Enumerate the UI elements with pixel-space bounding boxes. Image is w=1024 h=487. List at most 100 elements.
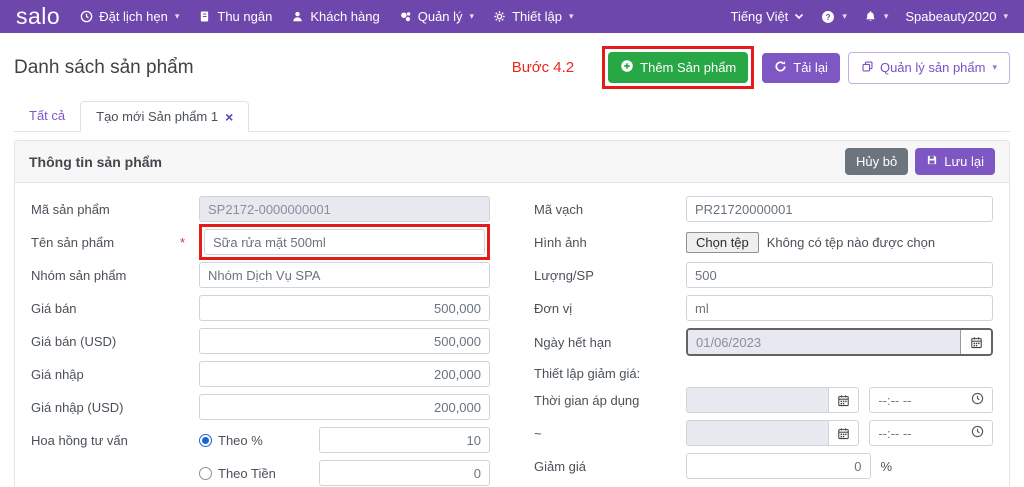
menu-item-cashier[interactable]: Thu ngân: [198, 9, 272, 24]
menu-item-management[interactable]: Quản lý ▾: [399, 9, 474, 24]
annotation-red-box: [199, 224, 490, 260]
discount-end-time-input[interactable]: --:-- --: [869, 420, 993, 446]
product-name-input[interactable]: [204, 229, 485, 255]
user-icon: [291, 10, 304, 23]
cancel-button[interactable]: Hủy bỏ: [845, 148, 908, 175]
question-circle-icon: ?: [821, 10, 835, 24]
annotation-red-box: Thêm Sản phẩm: [602, 46, 754, 89]
menu-item-settings[interactable]: Thiết lập ▾: [493, 9, 573, 24]
product-info-card: Thông tin sản phẩm Hủy bỏ Lưu lại Mã sản…: [14, 140, 1010, 487]
field-product-name: Tên sản phẩm *: [31, 229, 490, 255]
purchase-price-usd-input[interactable]: [199, 394, 490, 420]
commission-percent-input[interactable]: [319, 427, 490, 453]
product-group-input[interactable]: [199, 262, 490, 288]
field-quantity: Lượng/SP: [534, 262, 993, 288]
field-expiry-date: Ngày hết hạn: [534, 328, 993, 356]
management-icon: [399, 10, 412, 23]
main-menu: Đặt lịch hẹn ▾ Thu ngân Khách hàng Quản …: [80, 9, 573, 24]
discount-start-date-input: [686, 387, 828, 413]
field-commission-percent: Hoa hồng tư vấn Theo %: [31, 427, 490, 453]
discount-end-date-group: [686, 420, 859, 446]
product-form: Mã sản phẩm Tên sản phẩm * Nhóm sản phẩm: [15, 183, 1009, 487]
field-discount-value: Giảm giá %: [534, 453, 993, 479]
language-selector[interactable]: Tiếng Việt: [730, 9, 804, 24]
product-code-input: [199, 196, 490, 222]
barcode-input[interactable]: [686, 196, 993, 222]
calendar-icon: [970, 336, 983, 349]
tab-create-product[interactable]: Tạo mới Sản phẩm 1 ×: [80, 101, 249, 132]
commission-money-input[interactable]: [319, 460, 490, 486]
discount-unit-label: %: [871, 459, 994, 474]
discount-start-date-group: [686, 387, 859, 413]
file-status-text: Không có tệp nào được chọn: [767, 235, 935, 250]
field-unit: Đơn vị: [534, 295, 993, 321]
expiry-date-input: [688, 330, 960, 354]
top-navbar: salo Đặt lịch hẹn ▾ Thu ngân Khách hàng …: [0, 0, 1024, 33]
required-asterisk: *: [180, 235, 185, 250]
field-product-group: Nhóm sản phẩm: [31, 262, 490, 288]
notifications-menu[interactable]: ▾: [864, 10, 889, 23]
field-commission-money: Theo Tiền: [31, 460, 490, 486]
caret-down-icon: ▾: [175, 11, 180, 22]
caret-down-icon: ▾: [1003, 11, 1008, 22]
unit-input[interactable]: [686, 295, 993, 321]
field-discount-start: Thời gian áp dụng --:-- --: [534, 387, 993, 413]
quantity-input[interactable]: [686, 262, 993, 288]
field-sale-price: Giá bán: [31, 295, 490, 321]
discount-start-time-input[interactable]: --:-- --: [869, 387, 993, 413]
card-header: Thông tin sản phẩm Hủy bỏ Lưu lại: [15, 141, 1009, 183]
choose-file-button[interactable]: Chọn tệp: [686, 232, 759, 253]
commission-money-option[interactable]: Theo Tiền: [199, 466, 319, 481]
manage-products-button[interactable]: Quản lý sản phẩm ▾: [848, 52, 1010, 84]
discount-end-date-input: [686, 420, 828, 446]
plus-circle-icon: [620, 59, 634, 76]
purchase-price-input[interactable]: [199, 361, 490, 387]
field-purchase-price: Giá nhập: [31, 361, 490, 387]
header-actions: Bước 4.2 Thêm Sản phẩm Tải lại Quản lý s…: [512, 46, 1010, 89]
menu-item-customers[interactable]: Khách hàng: [291, 9, 379, 24]
clock-icon: [80, 10, 93, 23]
calendar-icon: [837, 427, 850, 440]
page-title: Danh sách sản phẩm: [14, 57, 194, 79]
caret-down-icon: ▾: [470, 11, 475, 22]
calendar-button[interactable]: [960, 330, 991, 354]
form-right-column: Mã vạch Hình ảnh Chọn tệp Không có tệp n…: [534, 196, 993, 487]
calendar-button[interactable]: [828, 387, 859, 413]
expiry-date-group: [686, 328, 993, 356]
bell-icon: [864, 10, 877, 23]
discount-value-input[interactable]: [686, 453, 871, 479]
form-left-column: Mã sản phẩm Tên sản phẩm * Nhóm sản phẩm: [31, 196, 490, 487]
commission-percent-option[interactable]: Theo %: [199, 433, 319, 448]
field-barcode: Mã vạch: [534, 196, 993, 222]
navbar-right: Tiếng Việt ? ▾ ▾ Spabeauty2020 ▾: [730, 9, 1008, 24]
radio-checked-icon[interactable]: [199, 434, 212, 447]
card-title: Thông tin sản phẩm: [29, 154, 162, 170]
clone-icon: [861, 60, 874, 76]
cash-register-icon: [198, 10, 211, 23]
caret-down-icon: ▾: [992, 62, 997, 73]
tab-bar: Tất cả Tạo mới Sản phẩm 1 ×: [14, 101, 1010, 132]
close-icon[interactable]: ×: [225, 110, 233, 124]
field-discount-end: ~ --:-- --: [534, 420, 993, 446]
step-annotation: Bước 4.2: [512, 59, 574, 76]
help-menu[interactable]: ? ▾: [821, 10, 847, 24]
app-logo[interactable]: salo: [16, 2, 60, 31]
sale-price-input[interactable]: [199, 295, 490, 321]
menu-item-booking[interactable]: Đặt lịch hẹn ▾: [80, 9, 179, 24]
account-menu[interactable]: Spabeauty2020 ▾: [905, 9, 1008, 24]
add-product-button[interactable]: Thêm Sản phẩm: [608, 52, 748, 83]
chevron-down-icon: [794, 13, 804, 20]
caret-down-icon: ▾: [884, 11, 889, 22]
svg-text:?: ?: [826, 11, 831, 21]
clock-icon: [971, 425, 984, 441]
caret-down-icon: ▾: [842, 11, 847, 22]
sale-price-usd-input[interactable]: [199, 328, 490, 354]
tab-all[interactable]: Tất cả: [14, 101, 80, 131]
refresh-icon: [774, 60, 787, 76]
reload-button[interactable]: Tải lại: [762, 53, 840, 83]
discount-section-heading: Thiết lập giảm giá:: [534, 363, 993, 383]
radio-unchecked-icon[interactable]: [199, 467, 212, 480]
calendar-button[interactable]: [828, 420, 859, 446]
save-button[interactable]: Lưu lại: [915, 148, 995, 175]
field-sale-price-usd: Giá bán (USD): [31, 328, 490, 354]
